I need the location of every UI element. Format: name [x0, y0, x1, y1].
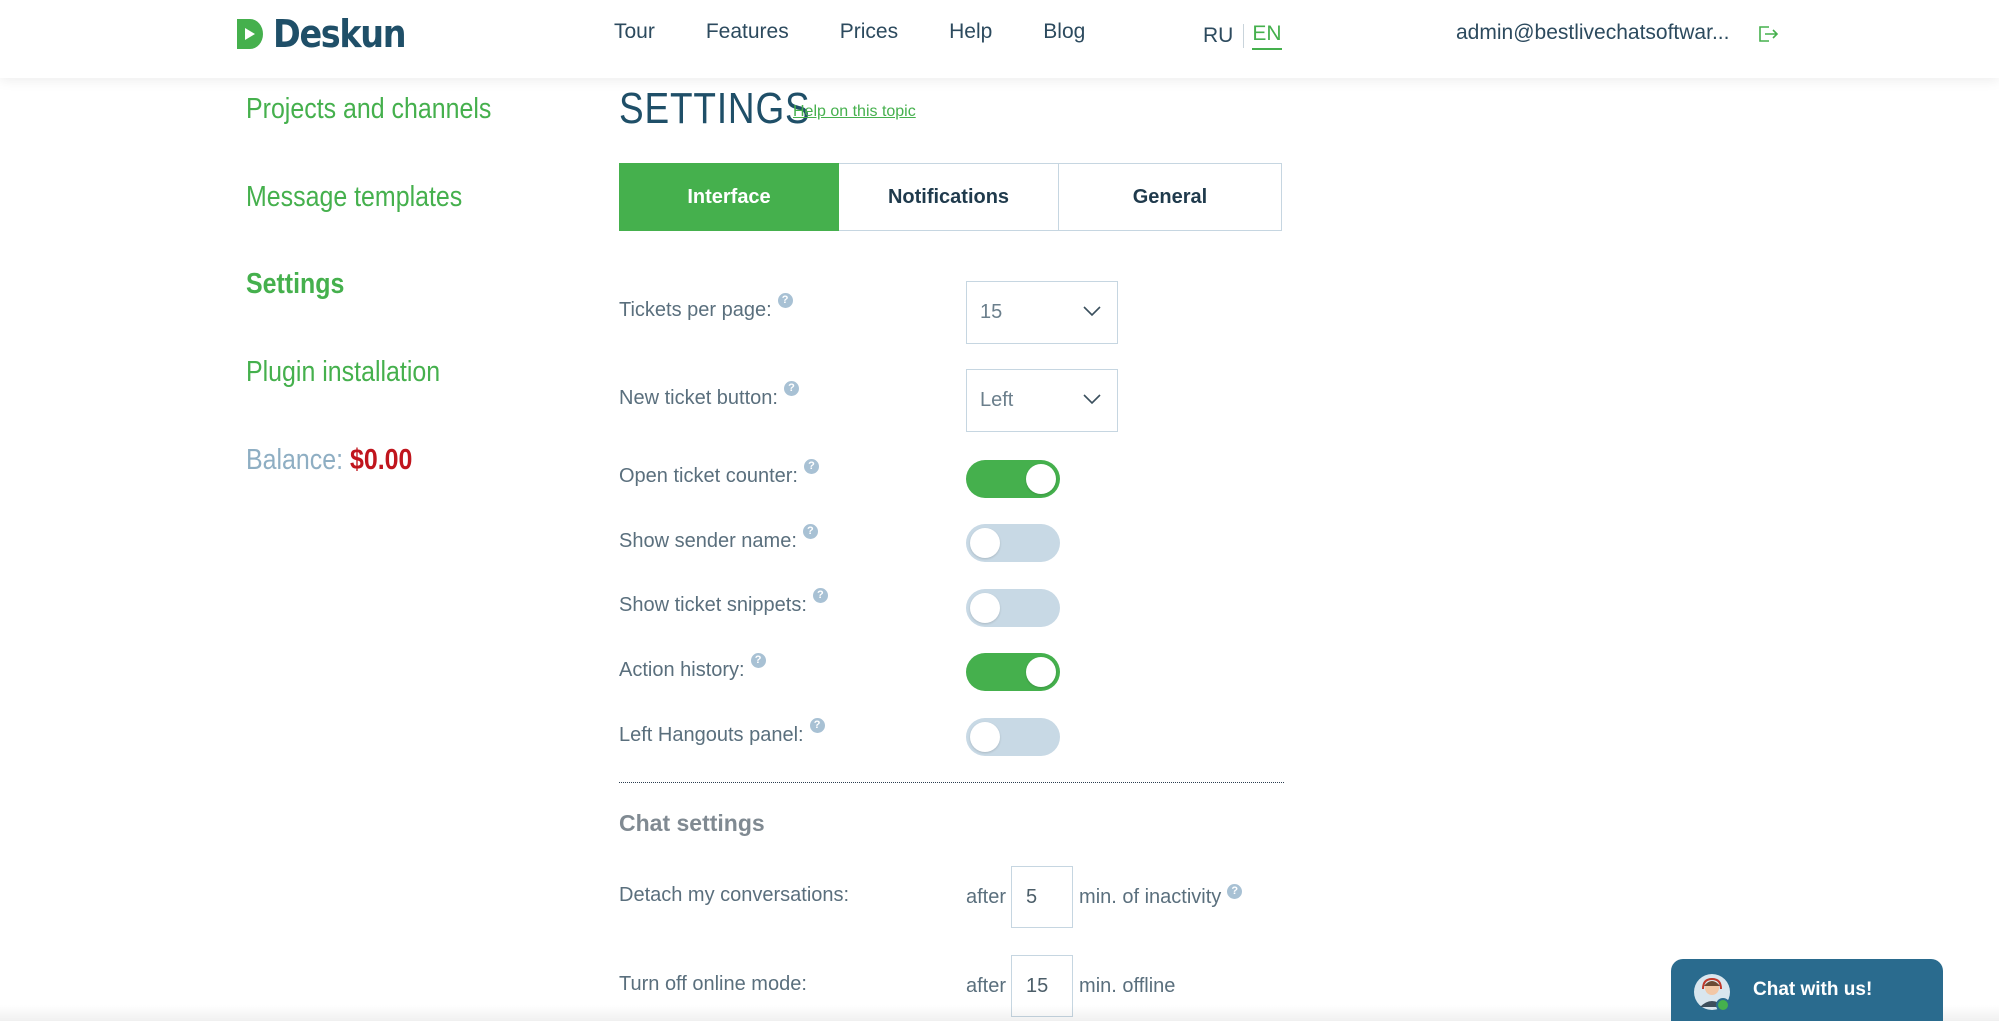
sidebar-item-projects[interactable]: Projects and channels [246, 93, 491, 126]
show-ticket-snippets-label: Show ticket snippets: [619, 594, 807, 616]
logo[interactable]: Deskun [235, 12, 423, 56]
tickets-per-page-select[interactable]: 15 [966, 281, 1118, 344]
open-ticket-counter-row: Open ticket counter:? [619, 459, 819, 488]
new-ticket-button-value: Left [980, 389, 1014, 411]
left-hangouts-panel-label: Left Hangouts panel: [619, 724, 804, 746]
toggle-knob [970, 593, 1000, 623]
help-icon[interactable]: ? [809, 718, 825, 733]
new-ticket-button-select[interactable]: Left [966, 369, 1118, 432]
help-icon[interactable]: ? [783, 381, 799, 396]
page-title: SETTINGS [619, 84, 811, 133]
help-icon[interactable]: ? [802, 524, 818, 539]
help-icon[interactable]: ? [1227, 883, 1243, 899]
sidebar-item-templates[interactable]: Message templates [246, 181, 462, 214]
offline-prefix: after [966, 974, 1007, 997]
logo-text: Deskun [273, 12, 407, 56]
help-topic-link[interactable]: Help on this topic [793, 103, 916, 121]
tab-interface[interactable]: Interface [619, 163, 839, 231]
sidebar-item-settings[interactable]: Settings [246, 268, 344, 301]
balance: Balance: $0.00 [246, 444, 412, 477]
action-history-row: Action history:? [619, 653, 766, 682]
balance-label: Balance: [246, 444, 344, 476]
toggle-knob [970, 722, 1000, 752]
help-icon[interactable]: ? [812, 588, 828, 603]
language-switcher: RU EN [1203, 22, 1282, 50]
nav-features[interactable]: Features [706, 20, 789, 44]
chat-widget-label: Chat with us! [1753, 979, 1873, 1000]
deskun-logo-icon [237, 19, 263, 49]
nav-prices[interactable]: Prices [840, 20, 898, 44]
section-divider [619, 782, 1284, 783]
chat-widget-button[interactable]: Chat with us! [1671, 959, 1943, 1021]
show-ticket-snippets-row: Show ticket snippets:? [619, 588, 828, 617]
balance-amount: $0.00 [349, 444, 413, 476]
new-ticket-button-label: New ticket button: [619, 387, 778, 409]
tab-notifications[interactable]: Notifications [839, 163, 1059, 231]
detach-suffix: min. of inactivity [1079, 885, 1222, 908]
chevron-down-icon [1083, 306, 1101, 317]
logout-icon[interactable] [1757, 24, 1779, 44]
lang-divider [1243, 24, 1245, 48]
show-sender-name-row: Show sender name:? [619, 524, 818, 553]
nav-help[interactable]: Help [949, 20, 992, 44]
show-ticket-snippets-toggle[interactable] [966, 589, 1060, 627]
top-header: Deskun Tour Features Prices Help Blog RU… [0, 0, 1999, 78]
action-history-label: Action history: [619, 659, 745, 681]
support-agent-avatar-icon [1694, 974, 1730, 1011]
turn-off-online-label: Turn off online mode: [619, 973, 807, 995]
open-ticket-counter-toggle[interactable] [966, 460, 1060, 498]
lang-ru[interactable]: RU [1203, 24, 1233, 48]
tickets-per-page-label: Tickets per page: [619, 299, 772, 321]
nav-tour[interactable]: Tour [614, 20, 655, 44]
chevron-down-icon [1083, 394, 1101, 405]
detach-minutes-input[interactable]: 5 [1011, 866, 1074, 928]
toggle-knob [1026, 657, 1056, 687]
tickets-per-page-value: 15 [980, 301, 1003, 323]
main-nav: Tour Features Prices Help Blog [614, 20, 1136, 44]
left-hangouts-panel-row: Left Hangouts panel:? [619, 718, 825, 747]
sidebar-item-plugin[interactable]: Plugin installation [246, 356, 440, 389]
detach-conversations-row: after 5 min. of inactivity ? [966, 866, 1243, 928]
tickets-per-page-row: Tickets per page:? [619, 293, 793, 322]
help-icon[interactable]: ? [750, 653, 766, 668]
chat-settings-title: Chat settings [619, 810, 765, 836]
help-icon[interactable]: ? [777, 293, 793, 308]
toggle-knob [1026, 464, 1056, 494]
detach-conversations-label: Detach my conversations: [619, 884, 850, 906]
lang-en[interactable]: EN [1252, 22, 1282, 50]
new-ticket-button-row: New ticket button:? [619, 381, 799, 410]
show-sender-name-label: Show sender name: [619, 530, 797, 552]
toggle-knob [970, 528, 1000, 558]
open-ticket-counter-label: Open ticket counter: [619, 465, 798, 487]
tab-general[interactable]: General [1059, 163, 1282, 231]
show-sender-name-toggle[interactable] [966, 524, 1060, 562]
account-email[interactable]: admin@bestlivechatsoftwar... [1456, 21, 1729, 45]
offline-suffix: min. offline [1079, 974, 1176, 997]
left-hangouts-panel-toggle[interactable] [966, 718, 1060, 756]
nav-blog[interactable]: Blog [1043, 20, 1085, 44]
help-icon[interactable]: ? [803, 459, 819, 474]
detach-prefix: after [966, 885, 1007, 908]
action-history-toggle[interactable] [966, 653, 1060, 691]
settings-tabs: Interface Notifications General [619, 163, 1282, 231]
